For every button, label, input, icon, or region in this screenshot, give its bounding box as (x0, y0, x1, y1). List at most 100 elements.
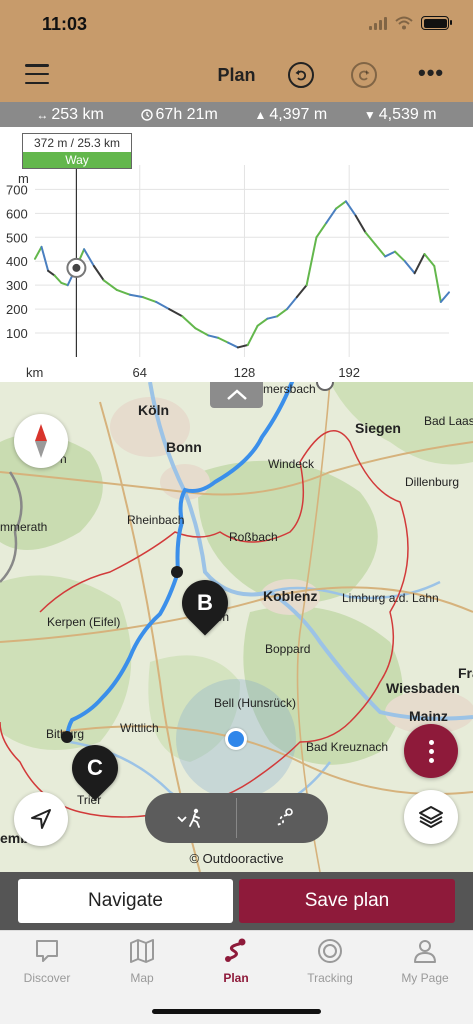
map-label-city: Limburg a.d. Lahn (342, 591, 439, 605)
waypoint-c-label: C (87, 755, 103, 780)
elevation-segment (246, 324, 259, 347)
elevation-segment (47, 269, 56, 277)
tracking-icon (318, 939, 342, 963)
elevation-segment (40, 245, 50, 272)
clock-icon (140, 108, 153, 121)
menu-button[interactable] (25, 64, 49, 84)
tab-plan[interactable]: Plan (189, 937, 283, 985)
tab-discover[interactable]: Discover (0, 937, 94, 985)
elevation-segment (384, 250, 396, 258)
elevation-segment (168, 308, 184, 318)
map-view[interactable]: Köln Bonn Siegen Bad Laasphe Windeck Dillenbu… (0, 382, 473, 872)
map-copyright: © Outdooractive (189, 851, 284, 866)
waypoint-c-dot (61, 731, 73, 743)
route-stats-bar: ↔ 253 km 67h 21m ▲ 4,397 m ▼ 4,539 m (0, 102, 473, 127)
elevation-segment (364, 231, 377, 246)
elevation-segment (335, 200, 347, 210)
routing-mode-switch[interactable] (145, 793, 328, 843)
elevation-segment (155, 300, 171, 311)
top-header: 11:03 Plan ••• (0, 0, 473, 102)
y-tick-label: 600 (6, 206, 28, 221)
y-tick-label: 400 (6, 254, 28, 269)
elevation-segment (433, 265, 442, 303)
more-options-button[interactable]: ••• (418, 62, 444, 84)
undo-icon (295, 70, 307, 81)
elevation-segment (128, 293, 144, 299)
plan-icon (225, 938, 246, 962)
elevation-segment (181, 315, 197, 330)
compass-button[interactable] (14, 414, 68, 468)
elevation-segment (236, 344, 249, 349)
forest-area (0, 575, 132, 750)
descent-icon: ▼ (363, 107, 376, 122)
waypoint-b-label: B (197, 590, 213, 615)
map-label-city: Dillenburg (405, 475, 460, 489)
home-indicator (152, 1009, 321, 1014)
x-tick-label: 64 (132, 365, 146, 380)
y-tick-label: 500 (6, 230, 28, 245)
elevation-segment (227, 341, 239, 349)
route-path-icon (275, 808, 293, 826)
compass-icon (35, 424, 47, 458)
user-location-dot (225, 728, 247, 750)
collapse-chart-button[interactable] (210, 382, 263, 408)
elevation-segment (115, 288, 131, 296)
status-icons (369, 16, 452, 30)
activity-type-button[interactable] (145, 793, 236, 843)
map-icon (130, 939, 154, 963)
elevation-profile[interactable]: 100 200 300 400 500 600 700 64 128 192 m km 372 … (0, 127, 473, 382)
ascent-icon: ▲ (254, 107, 267, 122)
discover-icon (36, 940, 58, 962)
my-page-icon (414, 940, 436, 963)
save-plan-button[interactable]: Save plan (239, 879, 455, 923)
elevation-segment (142, 296, 158, 303)
distance-icon: ↔ (36, 107, 49, 122)
elevation-segment (403, 260, 416, 275)
map-label-city: Bell (Hunsrück) (214, 696, 297, 710)
map-label-city: Bad Laasphe (424, 414, 473, 428)
location-arrow-icon (31, 809, 51, 829)
tab-tracking[interactable]: Tracking (283, 937, 377, 985)
chevron-up-icon (226, 389, 247, 400)
map-label-city: Mainz (409, 708, 448, 724)
elevation-segment (276, 308, 288, 318)
elevation-segment (286, 296, 298, 311)
map-label-city: Köln (138, 402, 170, 418)
elevation-segment (374, 243, 387, 258)
map-label-city: Rheinbach (127, 513, 185, 527)
navigate-button[interactable]: Navigate (18, 879, 233, 923)
map-label-city: Fra (458, 665, 473, 681)
page-title: Plan (217, 65, 256, 85)
locate-me-button[interactable] (14, 792, 68, 846)
redo-button[interactable] (351, 62, 377, 88)
elevation-segment (325, 207, 338, 224)
elevation-segment (34, 245, 43, 260)
stat-descent: ▼ 4,539 m (363, 105, 437, 123)
stat-ascent: ▲ 4,397 m (254, 105, 328, 123)
stat-duration: 67h 21m (140, 106, 218, 124)
waypoint-b-dot (171, 566, 183, 578)
map-label-city: Bad Kreuznach (306, 740, 389, 754)
undo-button[interactable] (288, 62, 314, 88)
stat-distance: ↔ 253 km (36, 105, 104, 123)
y-tick-label: 100 (6, 326, 28, 341)
map-more-button[interactable] (404, 724, 458, 778)
x-tick-label: 128 (234, 365, 256, 380)
map-label-city: Koblenz (263, 588, 318, 604)
status-time: 11:03 (42, 14, 88, 34)
elevation-segment (413, 253, 426, 275)
route-start-marker (316, 382, 334, 391)
tab-my-page[interactable]: My Page (378, 937, 472, 985)
route-draw-mode-button[interactable] (237, 793, 328, 843)
battery-icon (421, 16, 452, 30)
elevation-segment (394, 250, 406, 263)
wifi-icon (395, 16, 413, 30)
elevation-segment (83, 248, 95, 267)
tab-map[interactable]: Map (95, 937, 189, 985)
elevation-segment (354, 214, 367, 234)
map-layers-button[interactable] (404, 790, 458, 844)
map-label-city: Kerpen (Eifel) (47, 615, 121, 629)
elevation-segment (295, 284, 308, 299)
x-tick-label: 192 (338, 365, 360, 380)
cursor-readout: 372 m / 25.3 km Way (22, 133, 132, 169)
